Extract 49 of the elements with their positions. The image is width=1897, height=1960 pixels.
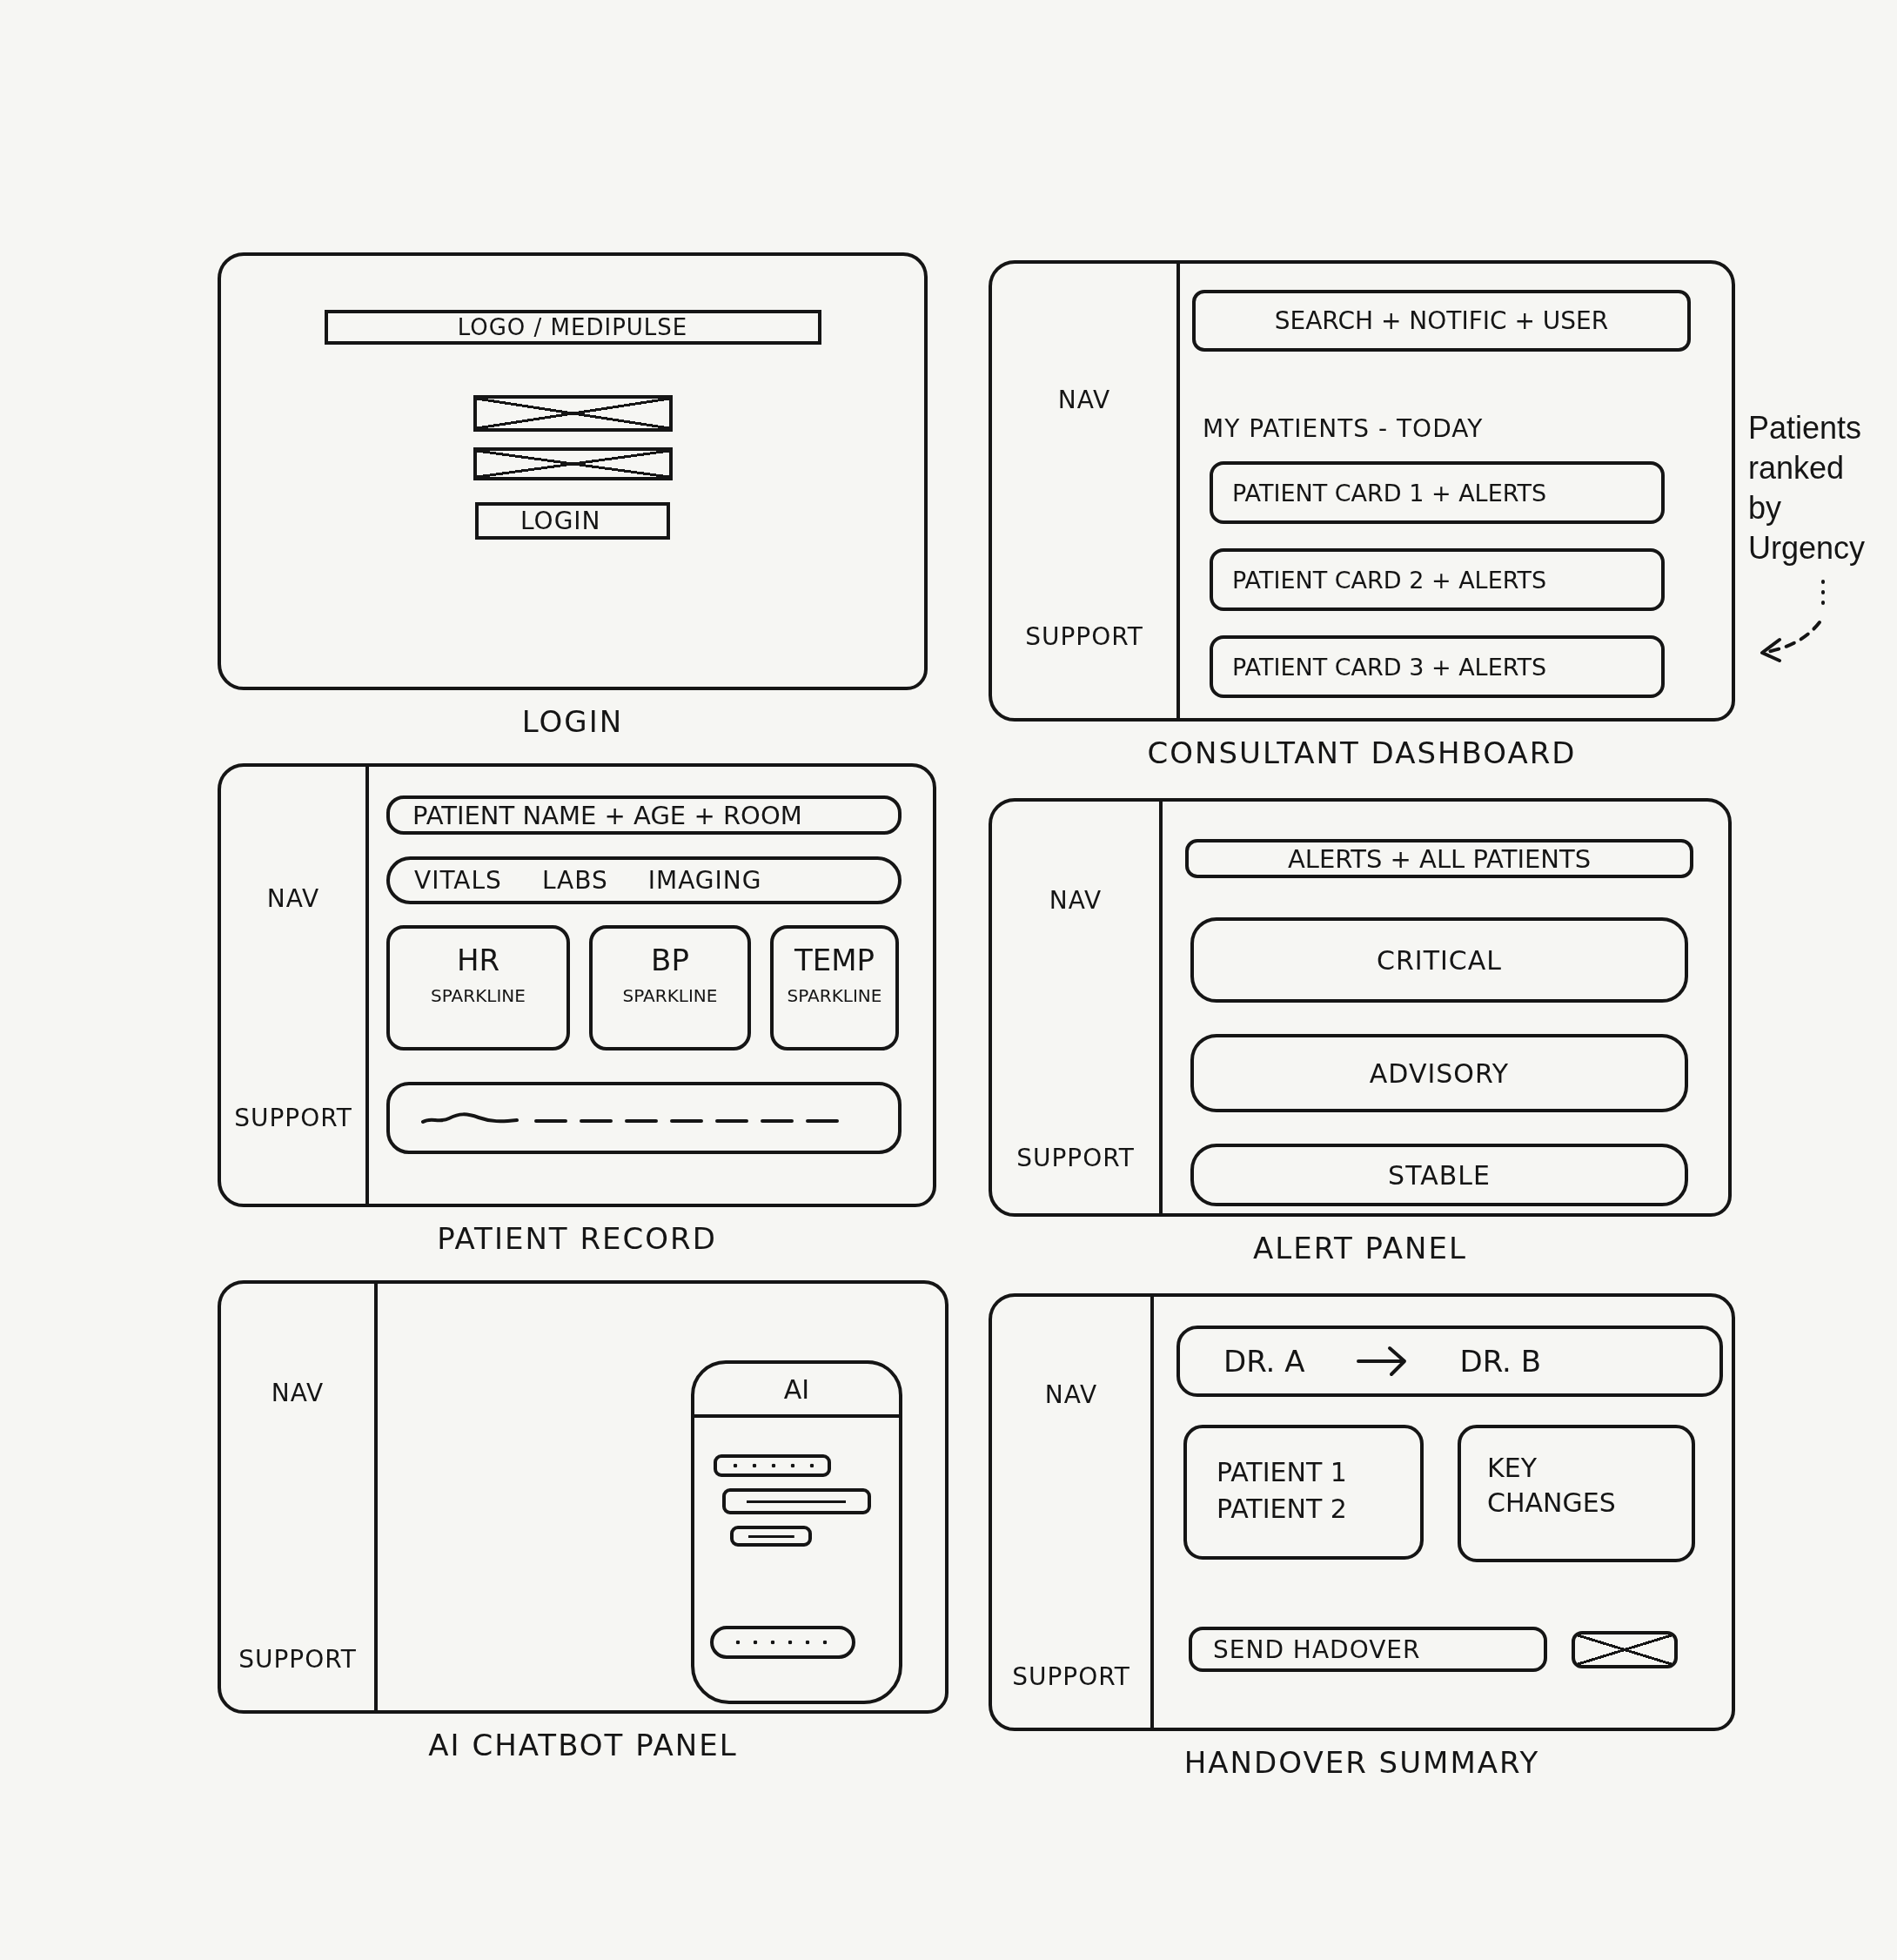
record-tab[interactable]: LABS [541, 866, 608, 895]
nav-label: NAV [1057, 386, 1111, 415]
support-label: SUPPORT [238, 1645, 357, 1675]
input-field[interactable] [473, 447, 673, 480]
login-button[interactable]: LOGIN [475, 502, 670, 540]
key-changes-card: KEY CHANGES [1458, 1425, 1695, 1562]
sparkline-label: SPARKLINE [622, 984, 718, 1007]
arrow-icon [1357, 1346, 1408, 1377]
logo-bar: LOGO / MEDIPULSE [324, 310, 821, 345]
patient-card[interactable]: PATIENT CARD 1 + ALERTS [1210, 461, 1665, 524]
sparkline-label: SPARKLINE [431, 984, 526, 1007]
alerts-header-bar: ALERTS + ALL PATIENTS [1185, 839, 1693, 878]
record-tab[interactable]: IMAGING [647, 866, 762, 895]
nav-label: NAV [1044, 1380, 1098, 1410]
alert-group-card[interactable]: STABLE [1190, 1144, 1688, 1206]
patient-header: PATIENT NAME + AGE + ROOM [386, 795, 902, 835]
doctor-name: DR. B [1459, 1344, 1541, 1379]
screen-caption: CONSULTANT DASHBOARD [1147, 735, 1577, 770]
patient-name: PATIENT 2 [1217, 1493, 1347, 1526]
section-heading: MY PATIENTS - TODAY [1203, 414, 1484, 444]
top-bar: SEARCH + NOTIFIC + USER [1192, 290, 1691, 352]
support-label: SUPPORT [1016, 1144, 1135, 1173]
alert-group-card[interactable]: ADVISORY [1190, 1034, 1688, 1112]
nav-label: NAV [1049, 886, 1103, 916]
nav-label: NAV [266, 884, 320, 914]
screen-caption: HANDOVER SUMMARY [1183, 1745, 1540, 1780]
input-field[interactable] [473, 395, 673, 432]
support-label: SUPPORT [1025, 622, 1143, 652]
vital-label: TEMP [794, 943, 875, 977]
record-tab[interactable]: VITALS [414, 866, 502, 895]
send-handover-button[interactable]: SEND HADOVER [1189, 1627, 1547, 1672]
screen-caption: AI CHATBOT PANEL [428, 1728, 738, 1762]
patient-card[interactable]: PATIENT CARD 3 + ALERTS [1210, 635, 1665, 698]
patient-card[interactable]: PATIENT CARD 2 + ALERTS [1210, 548, 1665, 611]
annotation-note: Patients ranked by Urgency [1748, 409, 1867, 567]
screen-caption: PATIENT RECORD [437, 1221, 717, 1256]
support-label: SUPPORT [234, 1104, 352, 1133]
vital-label: BP [651, 943, 689, 977]
nav-label: NAV [271, 1379, 325, 1408]
chat-input-field[interactable] [710, 1626, 855, 1659]
patient-name: PATIENT 1 [1217, 1456, 1347, 1489]
chat-header: AI [694, 1364, 899, 1418]
sparkline-label: SPARKLINE [787, 984, 882, 1007]
screen-caption: ALERT PANEL [1253, 1231, 1467, 1265]
screen-caption: LOGIN [521, 704, 624, 739]
doctor-name: DR. A [1223, 1344, 1305, 1379]
vital-label: HR [456, 943, 500, 977]
support-label: SUPPORT [1012, 1662, 1130, 1692]
alert-group-card[interactable]: CRITICAL [1190, 917, 1688, 1003]
